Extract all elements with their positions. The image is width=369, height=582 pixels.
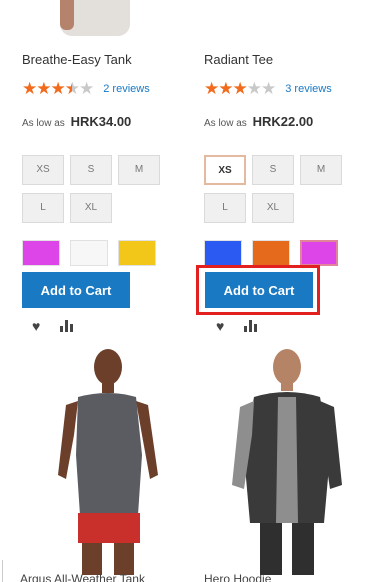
compare-icon[interactable] (60, 320, 74, 332)
highlight-box (196, 265, 320, 315)
color-swatch-orange[interactable] (252, 240, 290, 266)
compare-icon[interactable] (244, 320, 258, 332)
price-prefix: As low as (22, 118, 65, 129)
product-photo-argus-tank[interactable] (30, 345, 180, 575)
size-option-m[interactable]: M (300, 155, 342, 185)
wishlist-heart-icon[interactable]: ♥ (216, 318, 224, 334)
product-actions: ♥ (32, 318, 74, 334)
rating-stars: ★★★★★ (204, 79, 276, 98)
reviews-link[interactable]: 2 reviews (103, 83, 149, 95)
rating-stars: ★★★★★ (22, 79, 94, 98)
size-option-xs[interactable]: XS (22, 155, 64, 185)
color-swatch-white[interactable] (70, 240, 108, 266)
next-product-name[interactable]: Hero Hoodie (204, 572, 271, 582)
size-option-xl[interactable]: XL (252, 193, 294, 223)
price-value: HRK34.00 (70, 114, 132, 129)
size-option-xl[interactable]: XL (70, 193, 112, 223)
price-box: As low as HRK22.00 (204, 114, 313, 129)
size-option-s[interactable]: S (252, 155, 294, 185)
price-prefix: As low as (204, 118, 247, 129)
color-swatch-blue[interactable] (204, 240, 242, 266)
color-swatch-yellow[interactable] (118, 240, 156, 266)
wishlist-heart-icon[interactable]: ♥ (32, 318, 40, 334)
add-to-cart-button[interactable]: Add to Cart (22, 272, 130, 308)
product-photo-hero-hoodie[interactable] (212, 345, 362, 575)
price-box: As low as HRK34.00 (22, 114, 131, 129)
size-option-xs[interactable]: XS (204, 155, 246, 185)
product-name[interactable]: Radiant Tee (204, 52, 273, 67)
rating-summary: ★★★★★ 3 reviews (204, 80, 332, 97)
product-grid: Breathe-Easy Tank ★★★★★ 2 reviews As low… (0, 0, 369, 582)
next-product-name[interactable]: Argus All-Weather Tank (20, 572, 145, 582)
color-swatch-purple[interactable] (22, 240, 60, 266)
size-option-l[interactable]: L (22, 193, 64, 223)
size-option-l[interactable]: L (204, 193, 246, 223)
left-edge-divider (2, 560, 3, 582)
price-value: HRK22.00 (252, 114, 314, 129)
product-actions: ♥ (216, 318, 258, 334)
reviews-link[interactable]: 3 reviews (285, 83, 331, 95)
product-name[interactable]: Breathe-Easy Tank (22, 52, 132, 67)
rating-summary: ★★★★★ 2 reviews (22, 80, 150, 97)
size-option-s[interactable]: S (70, 155, 112, 185)
size-option-m[interactable]: M (118, 155, 160, 185)
color-swatch-purple[interactable] (300, 240, 338, 266)
product-image-top-crop[interactable] (45, 0, 135, 38)
